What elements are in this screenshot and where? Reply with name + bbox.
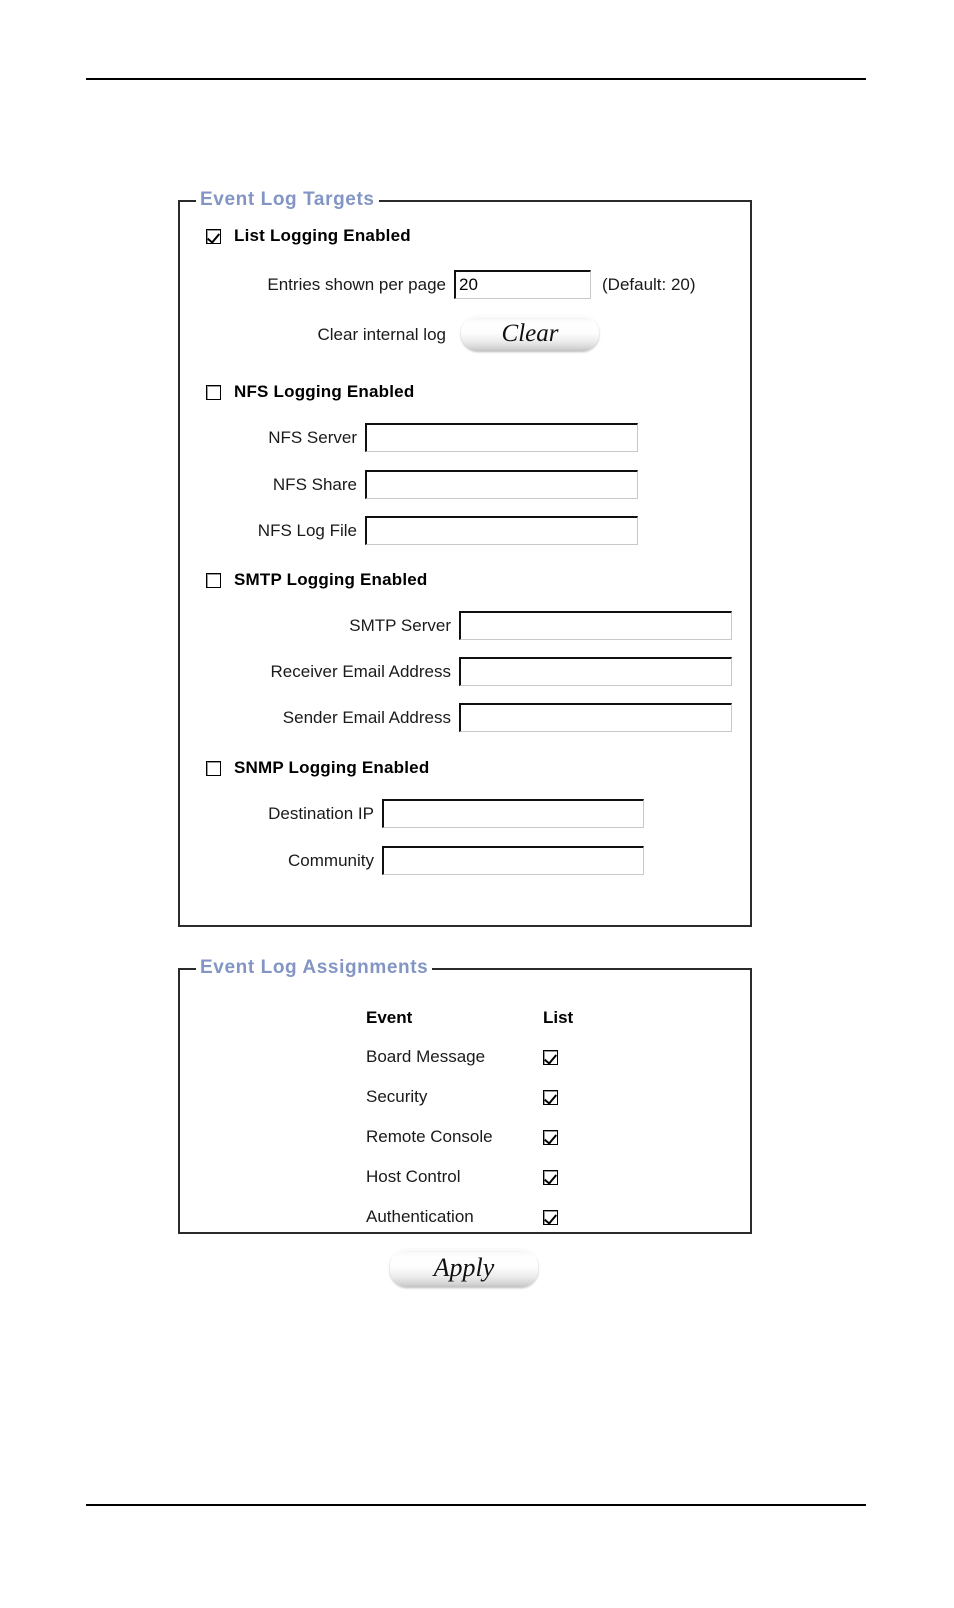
entries-per-page-label: Entries shown per page <box>267 274 446 294</box>
sender-email-address-input[interactable] <box>459 703 732 732</box>
event-name-remote-console: Remote Console <box>366 1127 493 1146</box>
receiver-email-address-label: Receiver Email Address <box>270 661 451 681</box>
snmp-logging-enabled-label: SNMP Logging Enabled <box>234 758 430 777</box>
event-name-host-control: Host Control <box>366 1167 461 1186</box>
list-logging-enabled-row[interactable]: List Logging Enabled <box>206 226 411 246</box>
list-logging-enabled-label: List Logging Enabled <box>234 226 411 245</box>
entries-per-page-row: Entries shown per page (Default: 20) <box>236 270 696 299</box>
receiver-email-address-input[interactable] <box>459 657 732 686</box>
table-row: Remote Console <box>366 1117 602 1157</box>
nfs-server-label: NFS Server <box>268 427 357 447</box>
list-cell-security[interactable] <box>542 1089 602 1105</box>
list-cell-remote-console[interactable] <box>542 1129 602 1145</box>
smtp-logging-enabled-label: SMTP Logging Enabled <box>234 570 428 589</box>
nfs-server-input[interactable] <box>365 423 638 452</box>
event-log-assignments-table: Event List Board Message Security Remote… <box>366 998 602 1237</box>
table-row: Host Control <box>366 1157 602 1197</box>
apply-button[interactable]: Apply <box>390 1249 538 1287</box>
event-log-targets-panel: Event Log Targets List Logging Enabled E… <box>178 189 752 927</box>
event-log-assignments-legend: Event Log Assignments <box>196 957 433 979</box>
column-header-event: Event <box>366 1007 413 1027</box>
list-checkbox-board-message[interactable] <box>543 1049 558 1065</box>
community-label: Community <box>288 850 374 870</box>
smtp-server-row: SMTP Server <box>235 611 732 640</box>
page-footer-rule <box>86 1504 866 1506</box>
nfs-logging-enabled-row[interactable]: NFS Logging Enabled <box>206 382 414 402</box>
list-checkbox-host-control[interactable] <box>543 1169 558 1185</box>
clear-internal-log-button[interactable]: Clear <box>461 316 599 351</box>
list-cell-authentication[interactable] <box>542 1209 602 1225</box>
list-checkbox-security[interactable] <box>543 1089 558 1105</box>
column-header-list: List <box>543 1007 574 1027</box>
sender-email-address-label: Sender Email Address <box>282 707 451 727</box>
list-cell-board-message[interactable] <box>542 1049 602 1065</box>
entries-per-page-default-hint: (Default: 20) <box>602 274 696 294</box>
receiver-email-address-row: Receiver Email Address <box>235 657 732 686</box>
snmp-logging-enabled-row[interactable]: SNMP Logging Enabled <box>206 758 429 778</box>
snmp-logging-enabled-checkbox[interactable] <box>206 760 221 776</box>
clear-internal-log-label: Clear internal log <box>317 325 446 344</box>
nfs-log-file-label: NFS Log File <box>257 520 357 540</box>
event-name-board-message: Board Message <box>366 1047 486 1066</box>
community-input[interactable] <box>382 846 644 875</box>
table-row: Board Message <box>366 1037 602 1077</box>
table-row: Authentication <box>366 1197 602 1237</box>
list-checkbox-authentication[interactable] <box>543 1209 558 1225</box>
destination-ip-input[interactable] <box>382 799 644 828</box>
event-name-security: Security <box>366 1087 428 1106</box>
list-logging-enabled-checkbox[interactable] <box>206 228 221 244</box>
list-checkbox-remote-console[interactable] <box>543 1129 558 1145</box>
nfs-log-file-input[interactable] <box>365 516 638 545</box>
event-log-targets-legend: Event Log Targets <box>196 189 379 211</box>
event-log-assignments-panel: Event Log Assignments Event List Board M… <box>178 957 752 1237</box>
nfs-log-file-row: NFS Log File <box>235 516 638 545</box>
clear-internal-log-row: Clear internal log <box>297 325 454 345</box>
smtp-logging-enabled-row[interactable]: SMTP Logging Enabled <box>206 570 428 590</box>
smtp-logging-enabled-checkbox[interactable] <box>206 572 221 588</box>
destination-ip-label: Destination IP <box>268 803 374 823</box>
nfs-server-row: NFS Server <box>235 423 638 452</box>
page-header-rule <box>86 78 866 80</box>
sender-email-address-row: Sender Email Address <box>235 703 732 732</box>
nfs-logging-enabled-label: NFS Logging Enabled <box>234 382 415 401</box>
list-cell-host-control[interactable] <box>542 1169 602 1185</box>
table-header-row: Event List <box>366 998 602 1037</box>
smtp-server-input[interactable] <box>459 611 732 640</box>
smtp-server-label: SMTP Server <box>349 615 451 635</box>
nfs-share-label: NFS Share <box>272 474 357 494</box>
table-row: Security <box>366 1077 602 1117</box>
event-name-authentication: Authentication <box>366 1207 474 1226</box>
destination-ip-row: Destination IP <box>235 799 644 828</box>
entries-per-page-input[interactable] <box>454 270 591 299</box>
nfs-logging-enabled-checkbox[interactable] <box>206 384 221 400</box>
nfs-share-row: NFS Share <box>235 470 638 499</box>
nfs-share-input[interactable] <box>365 470 638 499</box>
community-row: Community <box>235 846 644 875</box>
